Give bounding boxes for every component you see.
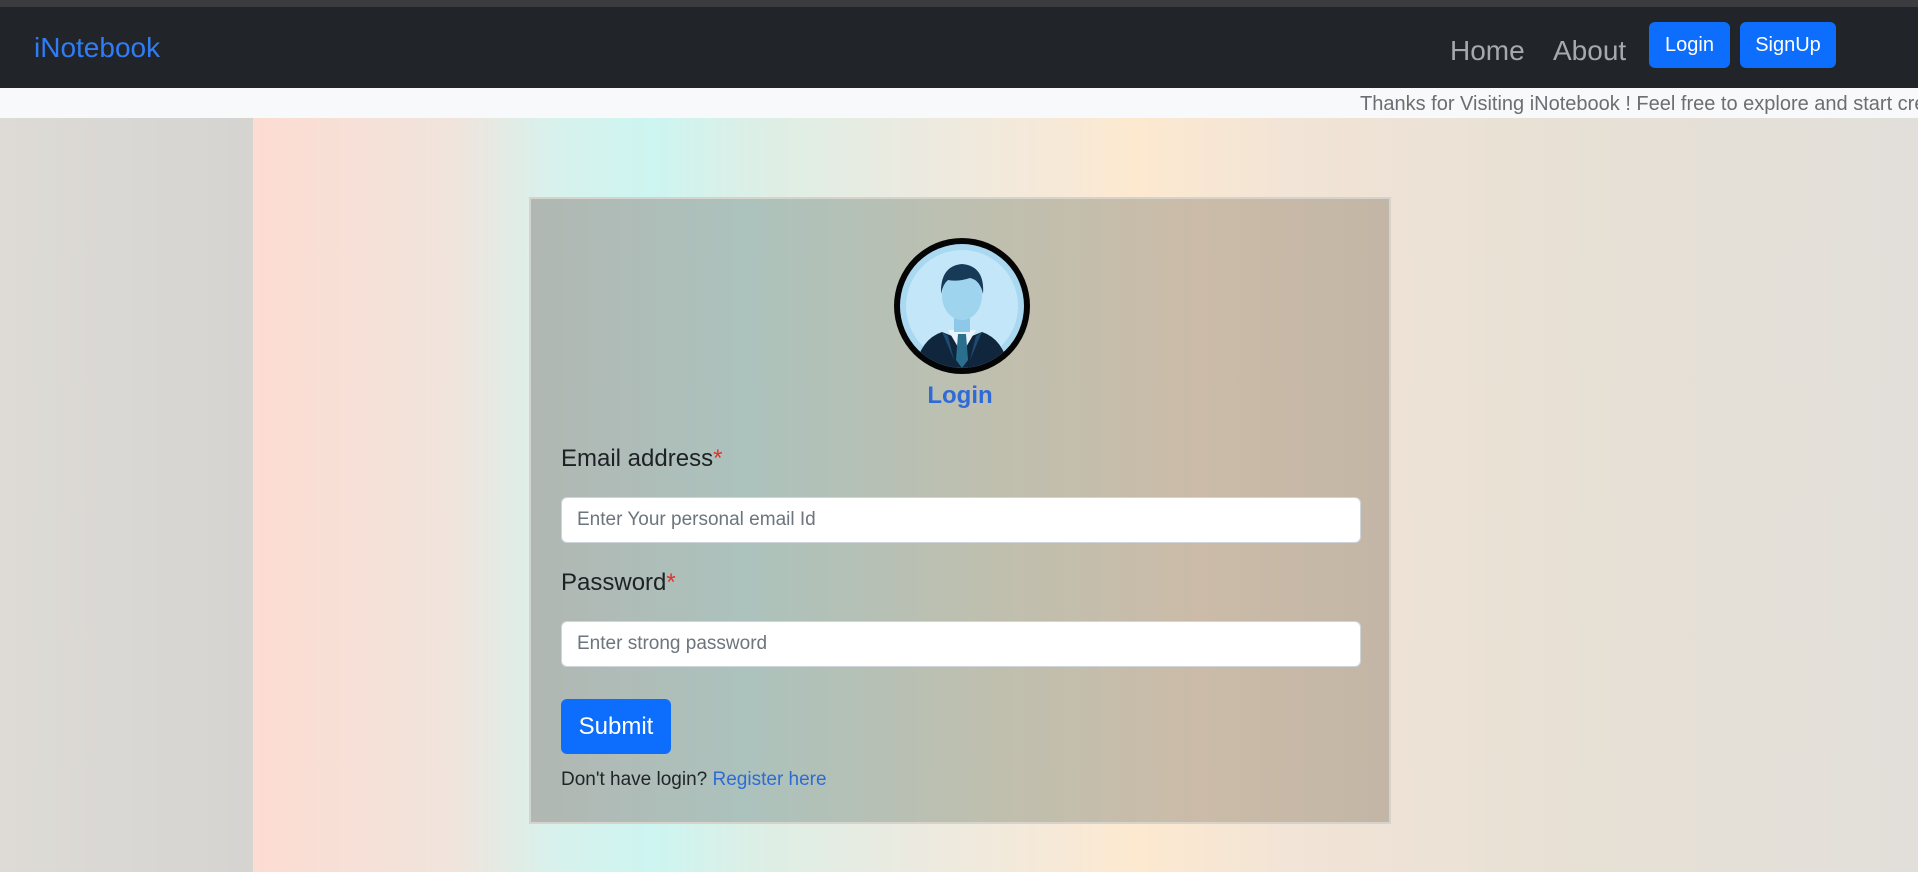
left-background-band xyxy=(0,118,253,872)
email-label-text: Email address xyxy=(561,445,714,472)
password-label-text: Password xyxy=(561,569,667,596)
password-label: Password* xyxy=(561,569,676,597)
welcome-marquee: Thanks for Visiting iNotebook ! Feel fre… xyxy=(0,88,1918,118)
brand-logo-link[interactable]: iNotebook xyxy=(34,34,160,62)
login-title: Login xyxy=(927,382,993,409)
nav-link-home[interactable]: Home xyxy=(1450,37,1525,65)
nav-link-about[interactable]: About xyxy=(1553,37,1626,65)
signup-button[interactable]: SignUp xyxy=(1740,22,1836,68)
browser-top-strip xyxy=(0,0,1918,7)
register-link[interactable]: Register here xyxy=(713,769,827,790)
marquee-text: Thanks for Visiting iNotebook ! Feel fre… xyxy=(1360,93,1918,115)
submit-button[interactable]: Submit xyxy=(561,699,671,754)
navbar: iNotebook Home About Login SignUp xyxy=(0,7,1918,88)
login-button[interactable]: Login xyxy=(1649,22,1730,68)
required-asterisk: * xyxy=(666,569,676,596)
required-asterisk: * xyxy=(713,445,723,472)
email-label: Email address* xyxy=(561,445,722,473)
user-avatar-icon xyxy=(894,238,1030,374)
login-card: Login Email address* Password* Submit Do… xyxy=(529,197,1391,824)
password-input[interactable] xyxy=(561,621,1361,667)
register-prompt: Don't have login? Register here xyxy=(561,769,827,791)
register-prompt-text: Don't have login? xyxy=(561,769,708,790)
email-input[interactable] xyxy=(561,497,1361,543)
